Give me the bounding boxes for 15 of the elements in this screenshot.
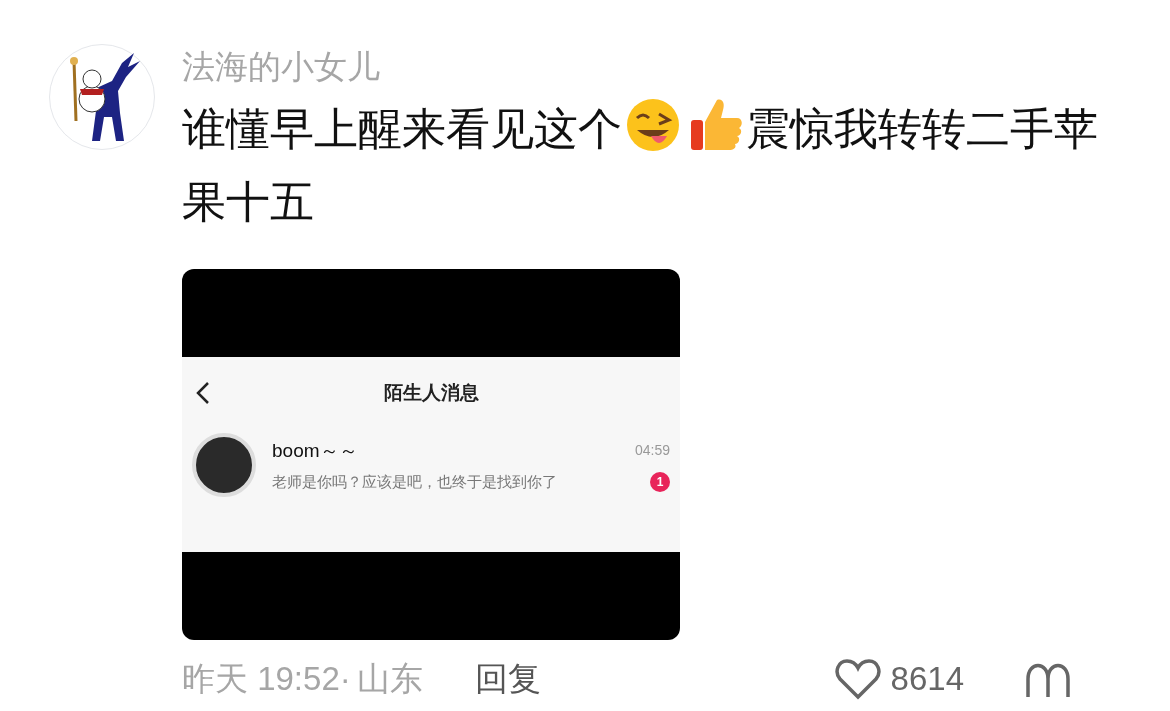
comment-text: 果十五 bbox=[182, 177, 314, 228]
like-button[interactable]: 8614 bbox=[834, 654, 964, 704]
message-preview: 老师是你吗？应该是吧，也终于是找到你了 bbox=[272, 472, 557, 492]
heart-icon bbox=[834, 658, 881, 700]
reply-button[interactable]: 回复 bbox=[474, 654, 541, 704]
back-icon[interactable] bbox=[196, 381, 210, 405]
chat-title: 陌生人消息 bbox=[383, 380, 479, 405]
comment-text: 震惊我转转二手苹 bbox=[746, 104, 1098, 155]
screenshot-image[interactable]: 陌生人消息 boom～～ 04:59 老师是你吗？应该是吧，也终于是找到你了 1 bbox=[182, 269, 680, 640]
comment-text: 谁懂早上醒来看见这个 bbox=[182, 104, 622, 155]
message-time: 04:59 bbox=[634, 441, 670, 461]
sender-name: boom～～ bbox=[272, 438, 358, 463]
timestamp: 昨天 19:52· bbox=[182, 659, 351, 700]
location: 山东 bbox=[356, 659, 423, 700]
unread-count: 1 bbox=[650, 472, 670, 493]
